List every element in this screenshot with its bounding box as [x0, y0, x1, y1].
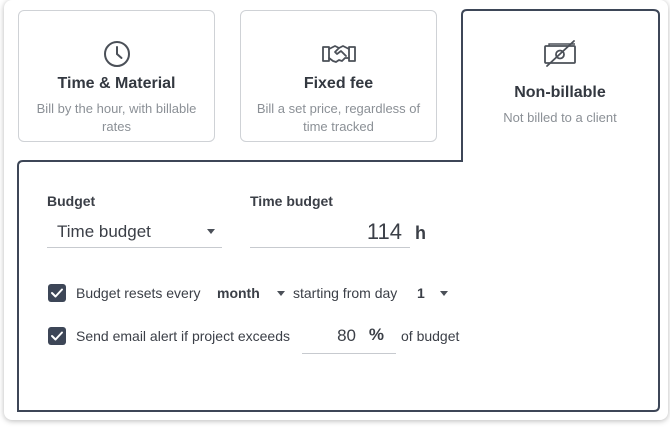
- checkmark-icon: [51, 331, 63, 341]
- time-budget-input[interactable]: 114: [250, 214, 410, 248]
- reset-period-select[interactable]: month: [217, 285, 260, 301]
- reset-period-value: month: [217, 285, 260, 301]
- time-budget-value: 114: [366, 219, 402, 244]
- no-money-icon: [462, 38, 658, 68]
- handshake-icon: [241, 39, 436, 67]
- billing-option-description: Bill a set price, regardless of time tra…: [256, 101, 421, 134]
- of-budget-label: of budget: [401, 328, 460, 344]
- budget-resets-label: Budget resets every: [76, 285, 201, 301]
- reset-day-value: 1: [417, 285, 425, 301]
- email-alert-checkbox[interactable]: [48, 327, 66, 345]
- alert-threshold-unit: %: [368, 325, 384, 344]
- starting-from-day-label: starting from day: [293, 285, 398, 301]
- billing-option-description: Bill by the hour, with billable rates: [36, 101, 197, 134]
- billing-option-fixed-fee[interactable]: Fixed fee Bill a set price, regardless o…: [240, 10, 437, 142]
- budget-label: Budget: [47, 193, 96, 209]
- billing-option-title: Non-billable: [514, 84, 606, 101]
- alert-threshold-value: 80: [337, 326, 356, 345]
- chevron-down-icon[interactable]: [440, 291, 448, 296]
- budget-resets-checkbox[interactable]: [48, 284, 66, 302]
- billing-option-title: Fixed fee: [303, 75, 374, 92]
- chevron-down-icon[interactable]: [277, 291, 285, 296]
- billing-option-title: Time & Material: [57, 75, 176, 92]
- reset-day-select[interactable]: 1: [417, 285, 425, 301]
- billing-option-time-material[interactable]: Time & Material Bill by the hour, with b…: [18, 10, 215, 142]
- checkmark-icon: [51, 288, 63, 298]
- email-alert-label: Send email alert if project exceeds: [76, 328, 290, 344]
- billing-option-non-billable[interactable]: Non-billable Not billed to a client: [462, 12, 658, 162]
- alert-threshold-input[interactable]: 80 %: [302, 318, 396, 354]
- clock-icon: [19, 39, 214, 69]
- billing-option-description: Not billed to a client: [503, 110, 617, 125]
- budget-type-select[interactable]: Time budget: [47, 214, 222, 248]
- time-budget-unit: h: [415, 223, 426, 243]
- budget-type-value: Time budget: [57, 222, 151, 241]
- chevron-down-icon: [207, 229, 215, 234]
- time-budget-label: Time budget: [250, 193, 333, 209]
